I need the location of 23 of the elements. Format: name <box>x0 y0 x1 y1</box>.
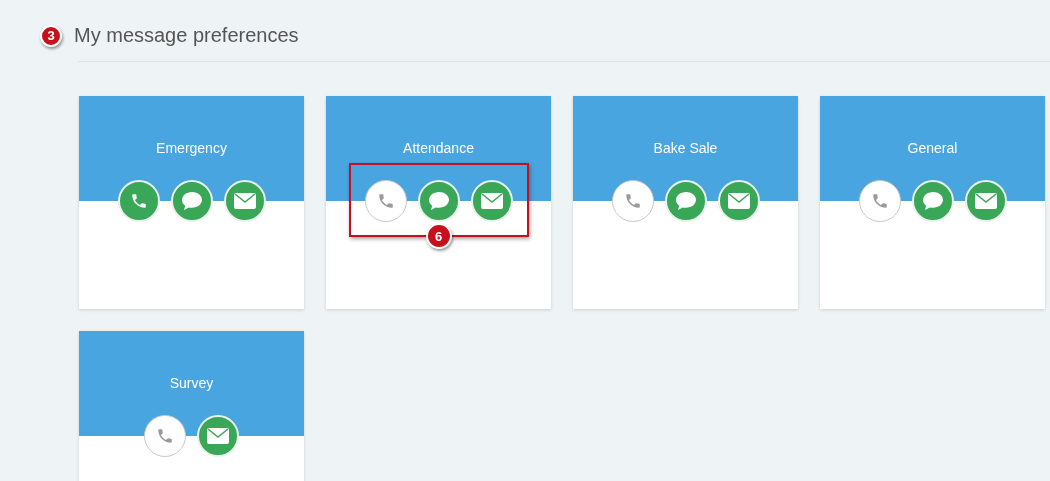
phone-icon <box>376 192 395 210</box>
phone-icon <box>129 192 148 210</box>
step-badge: 3 <box>40 24 62 47</box>
envelope-icon <box>726 192 751 210</box>
speech-bubble-icon <box>179 190 204 212</box>
speech-bubble-icon <box>673 190 698 212</box>
card-title: Attendance <box>403 140 474 158</box>
card-title: General <box>907 140 958 158</box>
card-title: Bake Sale <box>653 140 718 158</box>
envelope-icon <box>206 427 230 445</box>
phone-icon <box>870 192 889 210</box>
envelope-icon <box>232 192 257 210</box>
card-title: Survey <box>169 375 214 393</box>
speech-bubble-icon <box>426 190 451 212</box>
section-title: My message preferences <box>74 24 299 47</box>
phone-icon <box>156 427 174 445</box>
card-title: Emergency <box>156 140 227 158</box>
phone-icon <box>623 192 642 210</box>
envelope-icon <box>973 192 998 210</box>
envelope-icon <box>479 192 504 210</box>
speech-bubble-icon <box>920 190 945 212</box>
step-badge: 6 <box>425 223 452 249</box>
channel-toggle[interactable] <box>144 415 186 457</box>
